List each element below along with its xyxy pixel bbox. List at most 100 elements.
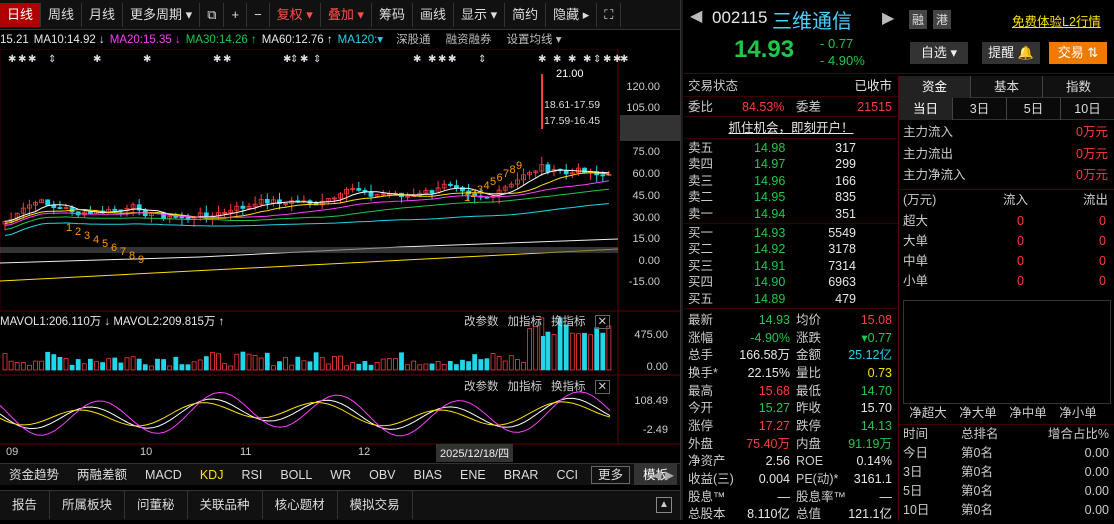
flow-label: 主力净流入 — [903, 168, 966, 182]
fund-tab[interactable]: 指数 — [1043, 76, 1114, 98]
stat-label: 最低 — [796, 383, 822, 398]
stat-value: 15.68 — [758, 383, 790, 398]
prev-stock-icon[interactable]: ◀ — [690, 6, 702, 26]
net-label: 净大单 — [959, 406, 997, 420]
order-volume: 351 — [835, 206, 856, 221]
toolbar-item[interactable]: 简约 — [505, 3, 547, 27]
price-change: - 0.77 — [820, 36, 854, 51]
weicha-label: 委差 — [796, 100, 822, 114]
open-account-ad[interactable]: 抓住机会，即刻开户！ — [684, 116, 898, 138]
toolbar-item[interactable]: 隐藏 ▸ — [546, 3, 598, 27]
kline-chart[interactable]: 120.00105.0090.0075.0060.0045.0030.0015.… — [0, 49, 680, 469]
stat-value: 3161.1 — [853, 472, 892, 487]
vol-link[interactable]: 加指标 — [508, 316, 543, 328]
indicator-tab[interactable]: MACD — [136, 464, 191, 485]
indicator-tab[interactable]: WR — [321, 464, 360, 485]
toolbar-item[interactable]: 日线 — [0, 3, 42, 27]
rank-value: 第0名 — [961, 484, 993, 498]
toolbar-item[interactable]: + — [224, 3, 248, 27]
volume-bar — [252, 355, 258, 371]
toolbar-item[interactable]: 更多周期 ▾ — [123, 3, 201, 27]
panel-divider[interactable] — [680, 0, 683, 520]
vol-link[interactable]: 换指标 — [551, 316, 586, 328]
day-tab[interactable]: 5日 — [1007, 98, 1061, 120]
volume-bar — [582, 332, 587, 371]
volume-bar — [240, 351, 246, 371]
trade-button[interactable]: 交易 ⇅ — [1049, 42, 1107, 64]
indicator-tab[interactable]: BIAS — [405, 464, 452, 485]
ma-link[interactable]: 融资融券 — [446, 31, 492, 49]
indicator-tab[interactable]: BRAR — [495, 464, 548, 485]
toolbar-item[interactable]: 筹码 — [372, 3, 413, 27]
order-price: 14.97 — [754, 157, 786, 172]
kdj-link[interactable]: 加指标 — [508, 381, 543, 393]
candle-body — [368, 191, 374, 197]
toolbar-item[interactable]: 显示 ▾ — [454, 3, 506, 27]
expand-icon[interactable]: ◀ ▶ — [652, 464, 674, 485]
signal-marker: ✱ — [223, 54, 231, 65]
bottom-tab[interactable]: 关联品种 — [188, 491, 263, 519]
indicator-tab[interactable]: BOLL — [271, 464, 321, 485]
col-head: 增合占比% — [1047, 427, 1109, 441]
indicator-tab[interactable]: RSI — [232, 464, 271, 485]
stat-value: 2.56 — [765, 454, 790, 469]
toolbar-item[interactable]: ⛶ — [597, 3, 622, 27]
toolbar-item[interactable]: 叠加 ▾ — [321, 3, 372, 27]
indicator-tab[interactable]: CCI — [547, 464, 587, 485]
vol-link[interactable]: 改参数 — [464, 316, 499, 328]
candle-body — [45, 199, 51, 206]
bottom-tab[interactable]: 问董秘 — [125, 491, 188, 519]
kdj-link[interactable]: 换指标 — [551, 381, 586, 393]
volume-bar — [258, 357, 264, 371]
volume-bar — [472, 354, 478, 371]
order-price: 14.94 — [754, 206, 786, 221]
indicator-tab[interactable]: KDJ — [191, 464, 233, 485]
bottom-tab[interactable]: 核心题材 — [263, 491, 338, 519]
toolbar-item[interactable]: ⧉ — [200, 3, 225, 27]
volume-bar — [20, 362, 26, 371]
toolbar-item[interactable]: − — [247, 3, 270, 27]
signal-marker: ✱ — [28, 54, 36, 65]
flow-table: (万元) 流入 流出 超大 0 0 大单 0 0 中单 0 0 小单 0 0 — [899, 188, 1114, 291]
volume-bar — [185, 364, 191, 371]
candle-body — [429, 190, 435, 194]
kdj-link[interactable]: 改参数 — [464, 381, 499, 393]
ma-link[interactable]: 设置均线 ▾ — [507, 31, 562, 49]
signal-marker: ⇕ — [593, 54, 601, 65]
indicator-tab[interactable]: 两融差额 — [68, 464, 136, 485]
stat-row: 今开 15.27 昨收 15.70 — [684, 400, 898, 418]
vol-link[interactable]: ✕ — [594, 315, 611, 329]
l2-trial-link[interactable]: 免费体验L2行情 — [1012, 11, 1101, 30]
stat-row: 最新 14.93 均价 15.08 — [684, 312, 898, 330]
collapse-icon[interactable]: ▲ — [656, 497, 672, 513]
bottom-tab[interactable]: 模拟交易 — [338, 491, 413, 519]
volume-bar — [508, 355, 514, 371]
fund-tab[interactable]: 资金 — [899, 76, 971, 98]
volume-bar — [576, 333, 581, 371]
ma-link[interactable]: 深股通 — [396, 31, 431, 49]
indicator-tab[interactable]: 资金趋势 — [0, 464, 68, 485]
kdj-link[interactable]: ✕ — [594, 380, 611, 394]
volume-bar — [216, 353, 221, 371]
toolbar-item[interactable]: 周线 — [41, 3, 83, 27]
signal-marker: ⇕ — [48, 54, 56, 65]
day-tab[interactable]: 当日 — [899, 98, 953, 120]
td-count: 5 — [490, 176, 496, 188]
toolbar-item[interactable]: 画线 — [413, 3, 454, 27]
favorite-button[interactable]: 自选 ▾ — [910, 42, 968, 64]
alert-button[interactable]: 提醒 🔔 — [982, 42, 1040, 64]
bottom-tab[interactable]: 所属板块 — [50, 491, 126, 519]
fund-tab[interactable]: 基本 — [971, 76, 1043, 98]
toolbar-item[interactable]: 复权 ▾ — [270, 3, 321, 27]
day-tab[interactable]: 3日 — [953, 98, 1007, 120]
flow-row: 主力流入 0万元 — [899, 122, 1114, 144]
volume-bar — [191, 361, 197, 371]
day-tab[interactable]: 10日 — [1061, 98, 1114, 120]
indicator-tab[interactable]: 更多 — [590, 466, 630, 484]
bottom-tab[interactable]: 报告 — [0, 491, 51, 519]
order-volume: 3178 — [828, 242, 856, 257]
indicator-tab[interactable]: OBV — [360, 464, 404, 485]
toolbar-item[interactable]: 月线 — [82, 3, 124, 27]
indicator-tab[interactable]: ENE — [451, 464, 495, 485]
next-stock-icon[interactable]: ▶ — [882, 8, 894, 28]
